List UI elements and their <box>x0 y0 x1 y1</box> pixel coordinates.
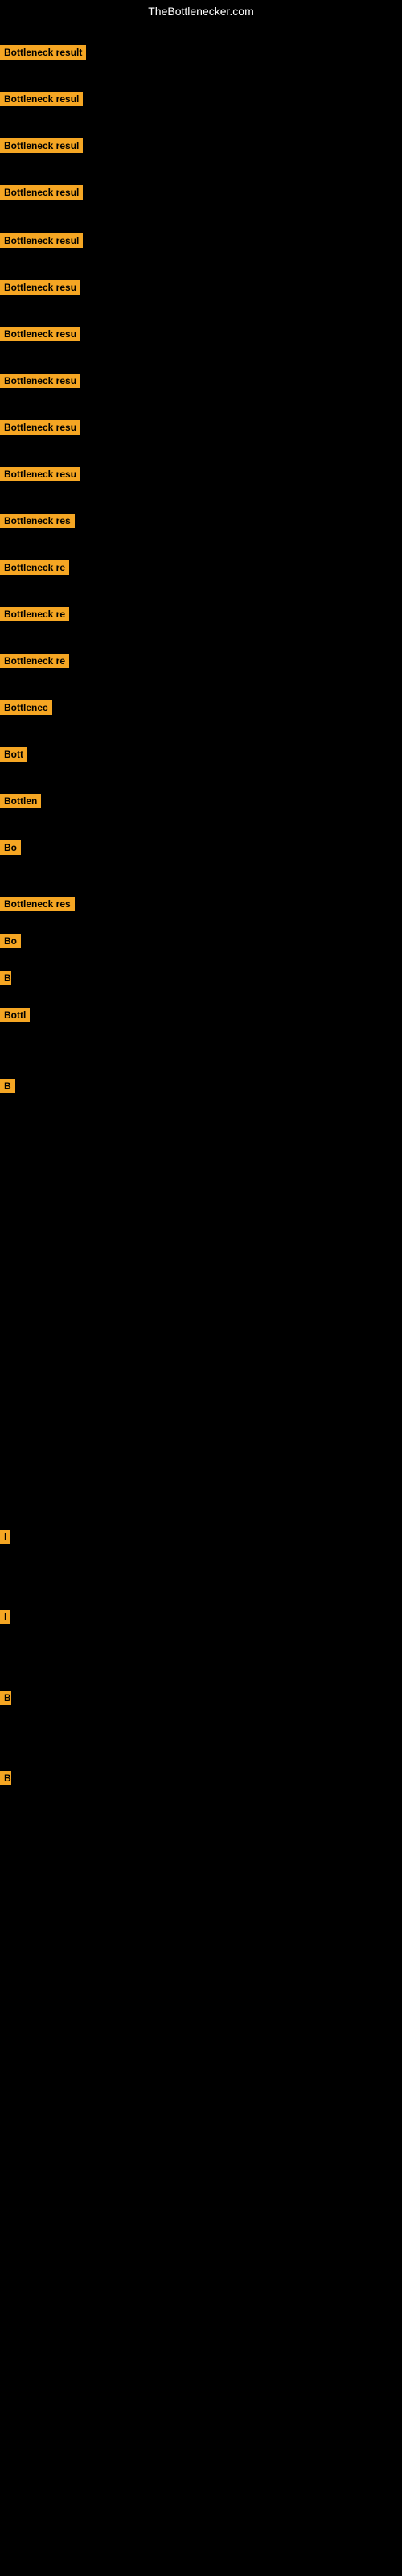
bottleneck-badge-15: Bott <box>0 747 27 762</box>
bottleneck-badge-3: Bottleneck resul <box>0 185 83 200</box>
bottleneck-badge-25: B <box>0 1690 11 1705</box>
bottleneck-badge-9: Bottleneck resu <box>0 467 80 481</box>
bottleneck-badge-26: B <box>0 1771 11 1785</box>
bottleneck-badge-6: Bottleneck resu <box>0 327 80 341</box>
bottleneck-badge-23: l <box>0 1530 10 1544</box>
bottleneck-badge-2: Bottleneck resul <box>0 138 83 153</box>
bottleneck-badge-19: Bo <box>0 934 21 948</box>
bottleneck-badge-1: Bottleneck resul <box>0 92 83 106</box>
bottleneck-badge-22: B <box>0 1079 15 1093</box>
bottleneck-badge-4: Bottleneck resul <box>0 233 83 248</box>
bottleneck-badge-7: Bottleneck resu <box>0 374 80 388</box>
bottleneck-badge-20: B <box>0 971 11 985</box>
bottleneck-badge-14: Bottlenec <box>0 700 52 715</box>
bottleneck-badge-8: Bottleneck resu <box>0 420 80 435</box>
bottleneck-badge-18: Bottleneck res <box>0 897 75 911</box>
bottleneck-badge-17: Bo <box>0 840 21 855</box>
bottleneck-badge-12: Bottleneck re <box>0 607 69 621</box>
site-title: TheBottlenecker.com <box>0 0 402 23</box>
bottleneck-badge-16: Bottlen <box>0 794 41 808</box>
bottleneck-badge-0: Bottleneck result <box>0 45 86 60</box>
bottleneck-badge-24: l <box>0 1610 10 1624</box>
bottleneck-badge-21: Bottl <box>0 1008 30 1022</box>
bottleneck-badge-13: Bottleneck re <box>0 654 69 668</box>
bottleneck-badge-11: Bottleneck re <box>0 560 69 575</box>
bottleneck-badge-10: Bottleneck res <box>0 514 75 528</box>
bottleneck-badge-5: Bottleneck resu <box>0 280 80 295</box>
